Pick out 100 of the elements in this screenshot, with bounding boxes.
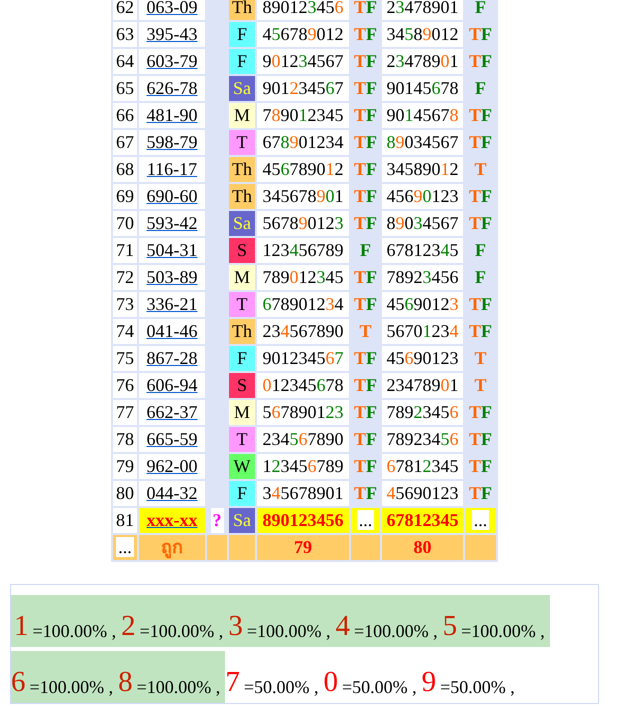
day-tag: Th <box>229 0 255 20</box>
row-number: 76 <box>116 375 134 395</box>
digit-rate: 1=100.00% , <box>11 595 122 647</box>
hit-count: 79 <box>257 535 349 560</box>
row-number: 78 <box>116 429 134 449</box>
digit-sequence: 789012345 <box>262 105 344 125</box>
hit-result: TF <box>468 429 492 449</box>
day-tag: F <box>229 22 255 47</box>
digit-rate: 6=100.00% , <box>11 651 118 703</box>
hit-result: F <box>475 267 486 287</box>
hit-result: TF <box>468 213 492 233</box>
day-tag: T <box>229 130 255 155</box>
digit-sequence: 23478901 <box>386 375 458 395</box>
summary-cell <box>351 535 380 560</box>
hit-result: TF <box>468 24 492 44</box>
hit-count: 80 <box>382 535 463 560</box>
hit-result: TF <box>354 375 377 395</box>
row-number: 72 <box>116 267 134 287</box>
row-number: ... <box>116 537 134 557</box>
digit-sequence: 89034567 <box>386 132 458 152</box>
row-number: 67 <box>116 132 134 152</box>
digit-sequence: 345678901 <box>262 483 344 503</box>
digit-sequence: 34589012 <box>386 24 458 44</box>
digit-sequence: 123456789 <box>262 240 344 260</box>
summary-label: ถูก <box>139 535 205 560</box>
digit-sequence: 78923456 <box>386 402 458 422</box>
hit-result: TF <box>468 483 492 503</box>
digit-sequence: 23478901 <box>386 0 458 17</box>
day-tag: M <box>229 103 255 128</box>
summary-cell <box>207 535 227 560</box>
hit-result: TF <box>468 132 492 152</box>
digit-sequence: 23478901 <box>386 51 458 71</box>
digit-rate: 5=100.00% , <box>442 595 550 647</box>
digit-sequence: 456789012 <box>262 24 344 44</box>
digit-sequence: 678901234 <box>262 132 344 152</box>
hit-result: TF <box>354 105 377 125</box>
hit-result: F <box>475 78 486 98</box>
day-tag: F <box>229 49 255 74</box>
hit-result: T <box>474 159 486 179</box>
day-tag: T <box>229 427 255 452</box>
hit-result: TF <box>354 51 377 71</box>
digit-sequence: 67812345 <box>386 510 458 530</box>
day-tag: Th <box>229 184 255 209</box>
day-tag: M <box>229 400 255 425</box>
digit-rate: 8=100.00% , <box>118 651 226 703</box>
digit-sequence: 45690123 <box>386 348 458 368</box>
row-number: 73 <box>116 294 134 314</box>
hit-result: TF <box>468 456 492 476</box>
digit-sequence: 234567890 <box>262 429 344 449</box>
row-number: 77 <box>116 402 134 422</box>
day-tag: F <box>229 346 255 371</box>
hit-result: TF <box>354 267 377 287</box>
digit-sequence: 78923456 <box>386 267 458 287</box>
digit-sequence: 67812345 <box>386 240 458 260</box>
hit-result: TF <box>354 186 377 206</box>
hit-result: TF <box>468 402 492 422</box>
digit-sequence: 90145678 <box>386 78 458 98</box>
digit-sequence: 34589012 <box>386 159 458 179</box>
digit-sequence: 901234567 <box>262 51 344 71</box>
hit-result: T <box>359 321 372 341</box>
digit-sequence: 123456789 <box>262 456 344 476</box>
digit-sequence: 890123456 <box>262 0 344 17</box>
hit-result: TF <box>354 0 377 17</box>
digit-sequence: 567890123 <box>262 402 344 422</box>
hit-result: F <box>475 0 486 17</box>
day-tag: M <box>229 265 255 290</box>
hit-result: TF <box>354 348 377 368</box>
row-number: 66 <box>116 105 134 125</box>
digit-rate: 3=100.00% , <box>228 595 336 647</box>
summary-cell <box>465 535 496 560</box>
row-number: 64 <box>116 51 134 71</box>
hit-result: TF <box>354 78 377 98</box>
row-number: 65 <box>116 78 134 98</box>
digit-sequence: 789012345 <box>262 267 344 287</box>
digit-sequence: 567890123 <box>262 213 344 233</box>
hit-result: TF <box>354 429 377 449</box>
hit-result: TF <box>354 456 377 476</box>
day-tag: Sa <box>229 508 255 533</box>
hit-result: F <box>475 240 486 260</box>
digit-sequence: 89034567 <box>386 213 458 233</box>
digit-sequence: 234567890 <box>262 321 344 341</box>
digit-sequence: 890123456 <box>262 510 344 530</box>
row-number: 79 <box>116 456 134 476</box>
row-number: 62 <box>116 0 134 17</box>
hit-result: TF <box>468 186 492 206</box>
hit-result: TF <box>468 105 492 125</box>
day-tag: S <box>229 238 255 263</box>
day-tag: Sa <box>229 211 255 236</box>
day-tag: Th <box>229 319 255 344</box>
hit-result: TF <box>354 294 377 314</box>
hit-result: ... <box>472 510 490 530</box>
digit-sequence: 90145678 <box>386 105 458 125</box>
row-number: 75 <box>116 348 134 368</box>
digit-sequence: 901234567 <box>262 78 344 98</box>
digit-sequence: 678901234 <box>262 294 344 314</box>
row-number: 81 <box>116 510 134 530</box>
day-tag: T <box>229 292 255 317</box>
digit-sequence: 901234567 <box>262 348 344 368</box>
row-number: 74 <box>116 321 134 341</box>
row-number: 70 <box>116 213 134 233</box>
